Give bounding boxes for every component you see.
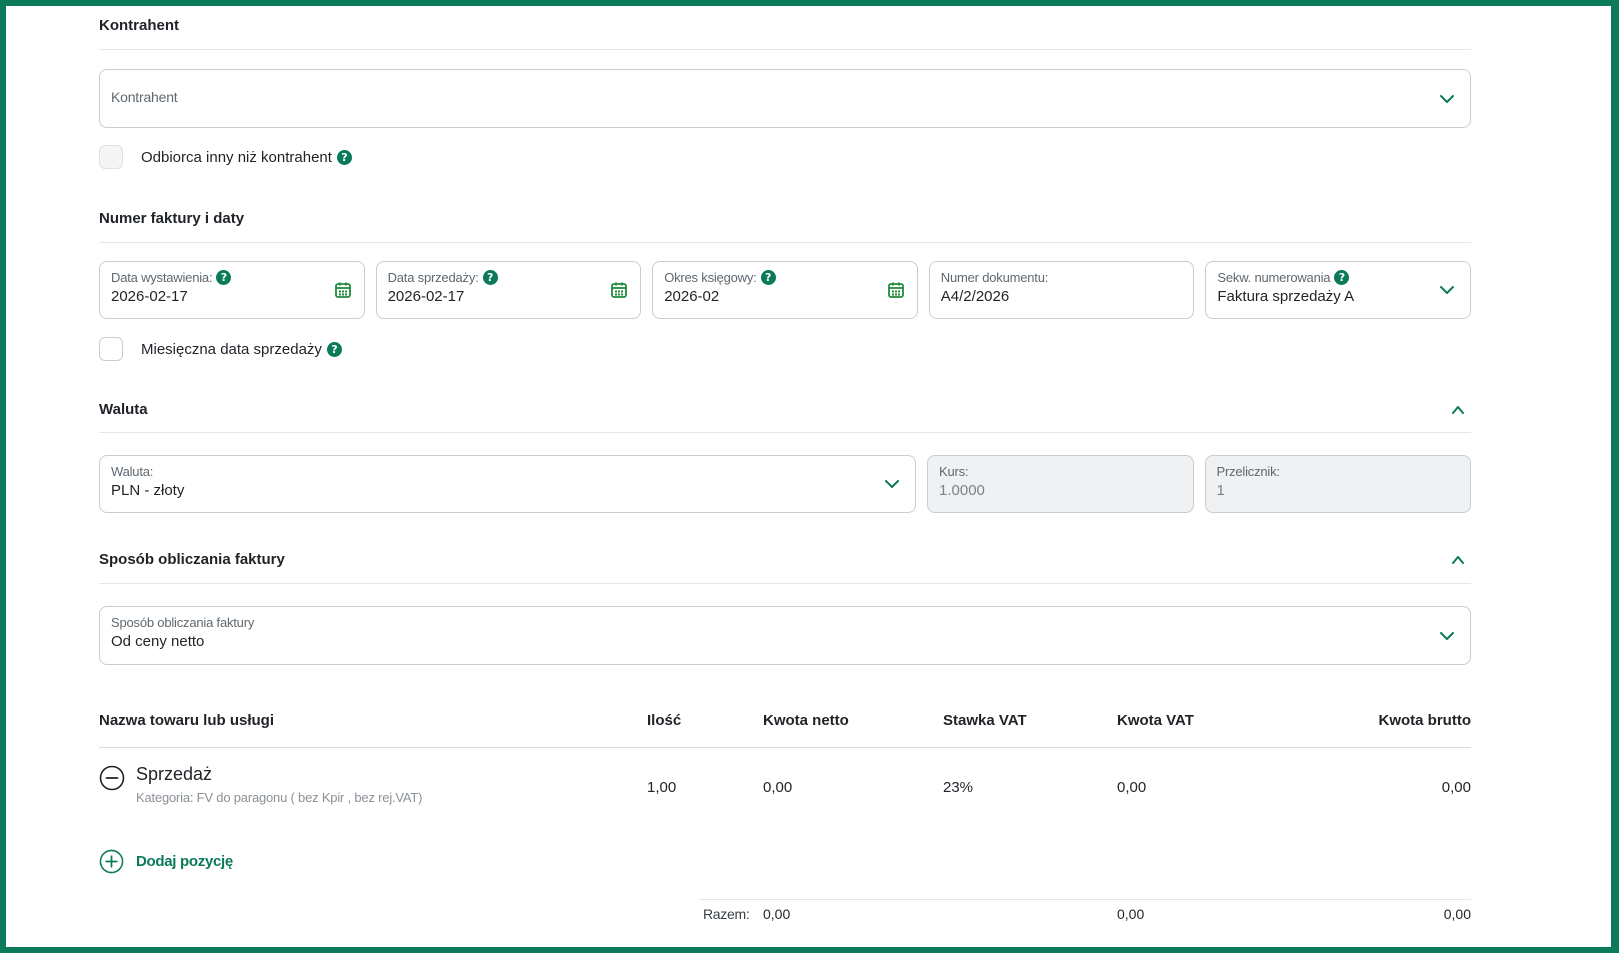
chevron-up-icon[interactable] bbox=[1451, 403, 1465, 417]
item-vat: 0,00 bbox=[1117, 779, 1147, 796]
currency-label: Waluta: bbox=[111, 464, 154, 479]
converter-label: Przelicznik: bbox=[1216, 464, 1281, 479]
currency-value: PLN - złoty bbox=[111, 482, 185, 499]
col-gross-header: Kwota brutto bbox=[1378, 712, 1471, 729]
invoice-dates-fields: Data wystawienia:? 2026-02-17 Data sprze… bbox=[99, 261, 1471, 319]
issue-date-label: Data wystawienia: bbox=[111, 270, 213, 285]
converter-field: Przelicznik: 1 bbox=[1204, 455, 1471, 513]
exchange-rate-field: Kurs: 1.0000 bbox=[927, 455, 1194, 513]
totals-label: Razem: bbox=[703, 906, 750, 922]
item-category: Kategoria: FV do paragonu ( bez Kpir , b… bbox=[136, 790, 423, 805]
monthly-sale-date-row: Miesięczna data sprzedaży ? bbox=[99, 337, 342, 361]
totals-row: Razem: 0,00 0,00 0,00 bbox=[699, 899, 1471, 929]
calculation-method-value: Od ceny netto bbox=[111, 633, 205, 650]
invoice-dates-header: Numer faktury i daty bbox=[99, 210, 1471, 243]
chevron-down-icon bbox=[1440, 94, 1454, 103]
currency-section-header[interactable]: Waluta bbox=[99, 401, 1471, 433]
currency-section-title: Waluta bbox=[99, 401, 148, 418]
col-vat-header: Kwota VAT bbox=[1117, 712, 1194, 729]
accounting-period-label: Okres księgowy: bbox=[664, 270, 757, 285]
item-gross: 0,00 bbox=[1441, 779, 1471, 796]
monthly-sale-date-label: Miesięczna data sprzedaży bbox=[141, 340, 322, 358]
issue-date-field[interactable]: Data wystawienia:? 2026-02-17 bbox=[99, 261, 365, 319]
help-icon[interactable]: ? bbox=[760, 270, 776, 285]
items-table: Nazwa towaru lub usługi Ilość Kwota nett… bbox=[99, 700, 1471, 828]
contractor-section-title: Kontrahent bbox=[99, 17, 179, 34]
help-icon[interactable]: ? bbox=[1334, 270, 1350, 285]
other-recipient-row: Odbiorca inny niż kontrahent ? bbox=[99, 145, 352, 169]
col-qty-header: Ilość bbox=[647, 712, 682, 729]
add-item-label: Dodaj pozycję bbox=[136, 853, 233, 870]
currency-fields: Waluta: PLN - złoty Kurs: 1.0000 Przelic… bbox=[99, 455, 1471, 513]
invoice-dates-section: Numer faktury i daty bbox=[99, 210, 1471, 243]
chevron-up-icon[interactable] bbox=[1451, 553, 1465, 567]
chevron-down-icon bbox=[1440, 286, 1454, 294]
table-row[interactable]: Sprzedaż Kategoria: FV do paragonu ( bez… bbox=[99, 748, 1471, 828]
help-icon[interactable]: ? bbox=[482, 270, 498, 285]
add-item-button[interactable]: Dodaj pozycję bbox=[99, 849, 233, 874]
monthly-sale-date-checkbox[interactable] bbox=[99, 337, 123, 361]
calculation-section-title: Sposób obliczania faktury bbox=[99, 551, 285, 568]
col-vat-rate-header: Stawka VAT bbox=[943, 712, 1027, 729]
document-number-label: Numer dokumentu: bbox=[940, 270, 1049, 285]
help-icon[interactable]: ? bbox=[216, 270, 232, 285]
calendar-icon[interactable] bbox=[334, 281, 352, 299]
exchange-rate-value: 1.0000 bbox=[939, 482, 985, 499]
help-icon[interactable]: ? bbox=[326, 341, 342, 357]
item-qty: 1,00 bbox=[647, 779, 677, 796]
calendar-icon[interactable] bbox=[887, 281, 905, 299]
numbering-sequence-select[interactable]: Sekw. numerowania? Faktura sprzedaży A bbox=[1205, 261, 1471, 319]
document-number-field[interactable]: Numer dokumentu: A4/2/2026 bbox=[928, 261, 1195, 319]
plus-circle-icon bbox=[99, 849, 124, 874]
currency-select[interactable]: Waluta: PLN - złoty bbox=[99, 455, 916, 513]
items-table-header: Nazwa towaru lub usługi Ilość Kwota nett… bbox=[99, 700, 1471, 748]
item-vat-rate: 23% bbox=[943, 779, 974, 796]
totals-vat: 0,00 bbox=[1117, 906, 1145, 922]
other-recipient-checkbox[interactable] bbox=[99, 145, 123, 169]
contractor-placeholder: Kontrahent bbox=[111, 89, 178, 105]
document-number-value: A4/2/2026 bbox=[940, 288, 1010, 305]
totals-net: 0,00 bbox=[763, 906, 791, 922]
col-net-header: Kwota netto bbox=[763, 712, 849, 729]
chevron-down-icon bbox=[885, 480, 899, 488]
remove-item-icon[interactable] bbox=[99, 765, 125, 791]
numbering-sequence-label: Sekw. numerowania bbox=[1217, 270, 1331, 285]
sale-date-label: Data sprzedaży: bbox=[387, 270, 479, 285]
contractor-section: Kontrahent bbox=[99, 17, 1471, 50]
item-net: 0,00 bbox=[763, 779, 793, 796]
totals-gross: 0,00 bbox=[1443, 906, 1471, 922]
calculation-method-label: Sposób obliczania faktury bbox=[111, 615, 255, 630]
accounting-period-field[interactable]: Okres księgowy:? 2026-02 bbox=[652, 261, 918, 319]
chevron-down-icon bbox=[1440, 631, 1454, 640]
calendar-icon[interactable] bbox=[610, 281, 628, 299]
contractor-section-header: Kontrahent bbox=[99, 17, 1471, 50]
sale-date-field[interactable]: Data sprzedaży:? 2026-02-17 bbox=[375, 261, 642, 319]
item-name: Sprzedaż bbox=[136, 764, 213, 784]
issue-date-value: 2026-02-17 bbox=[111, 288, 188, 305]
sale-date-value: 2026-02-17 bbox=[387, 288, 465, 305]
calculation-section-header[interactable]: Sposób obliczania faktury bbox=[99, 551, 1471, 584]
other-recipient-label: Odbiorca inny niż kontrahent bbox=[141, 148, 332, 166]
invoice-dates-title: Numer faktury i daty bbox=[99, 210, 245, 227]
currency-section: Waluta bbox=[99, 401, 1471, 433]
contractor-select[interactable]: Kontrahent bbox=[99, 69, 1471, 128]
accounting-period-value: 2026-02 bbox=[664, 288, 720, 305]
exchange-rate-label: Kurs: bbox=[939, 464, 969, 479]
help-icon[interactable]: ? bbox=[336, 149, 352, 165]
calculation-method-select[interactable]: Sposób obliczania faktury Od ceny netto bbox=[99, 606, 1471, 665]
calculation-section: Sposób obliczania faktury bbox=[99, 551, 1471, 584]
col-name-header: Nazwa towaru lub usługi bbox=[99, 712, 275, 729]
converter-value: 1 bbox=[1216, 482, 1225, 499]
numbering-sequence-value: Faktura sprzedaży A bbox=[1217, 288, 1355, 305]
